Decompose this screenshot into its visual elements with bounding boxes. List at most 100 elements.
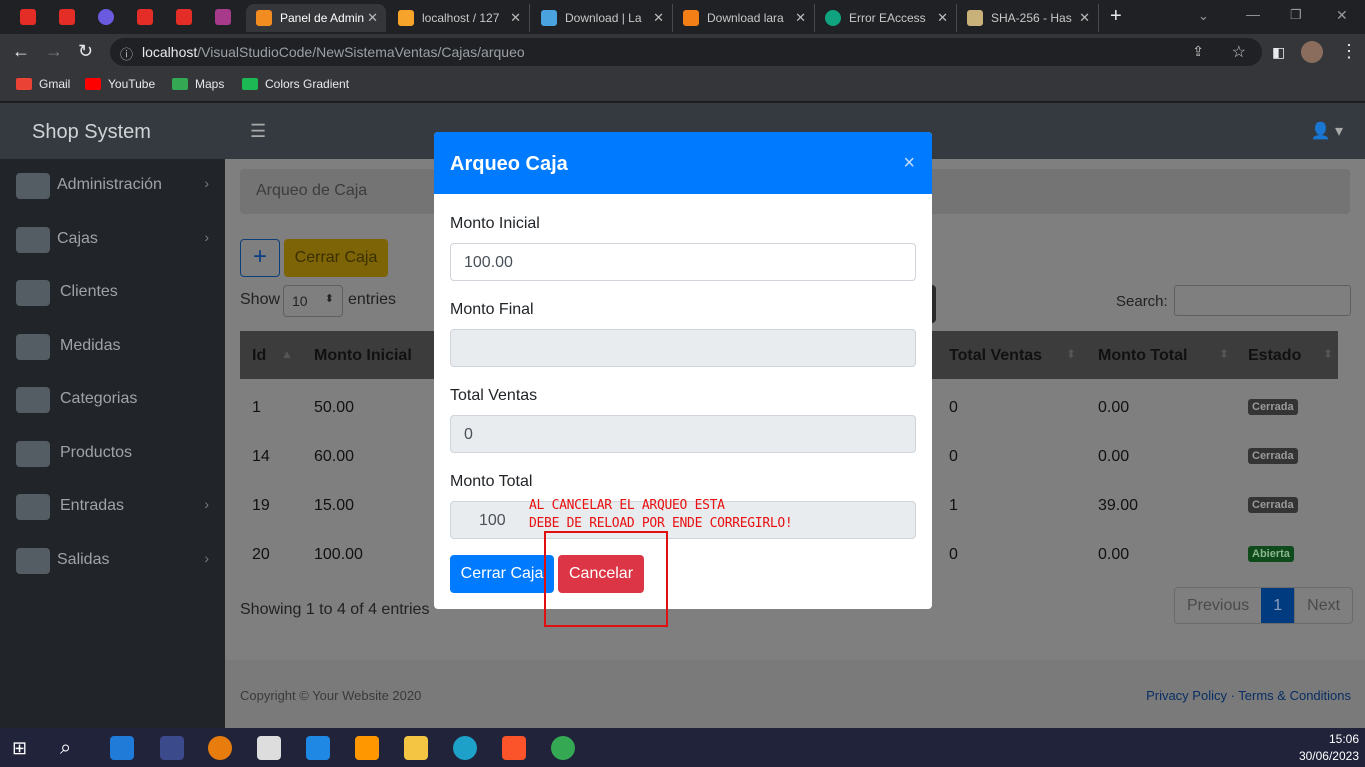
tab-phpmyadmin[interactable]: localhost / 127 ✕ bbox=[392, 4, 530, 32]
forward-icon[interactable]: → bbox=[45, 41, 63, 61]
tab-search-icon[interactable]: ⌄ bbox=[1198, 6, 1209, 26]
close-icon[interactable]: ✕ bbox=[1079, 10, 1090, 26]
sidebar-item-entradas[interactable]: Entradas › bbox=[0, 482, 225, 532]
search-input[interactable] bbox=[1174, 285, 1351, 316]
laravel-icon bbox=[256, 10, 272, 26]
phpmyadmin-icon bbox=[398, 10, 414, 26]
chatgpt-icon bbox=[825, 10, 841, 26]
arqueo-modal: Arqueo Caja × Monto Inicial 100.00 Monto… bbox=[434, 132, 932, 609]
red-annotation-note: AL CANCELAR EL ARQUEO ESTA DEBE DE RELOA… bbox=[529, 498, 793, 531]
monto-final-input[interactable] bbox=[450, 329, 916, 367]
cerrar-caja-button[interactable]: Cerrar Caja bbox=[450, 555, 554, 593]
vscode-icon[interactable] bbox=[306, 736, 330, 760]
restore-icon[interactable]: ❐ bbox=[1290, 5, 1302, 25]
sidepanel-icon[interactable]: ◧ bbox=[1272, 42, 1285, 62]
total-ventas-input[interactable]: 0 bbox=[450, 415, 916, 453]
pagination-previous[interactable]: Previous bbox=[1175, 588, 1261, 623]
red-highlight-box bbox=[544, 531, 668, 627]
windows-taskbar: ⊞ ⌕ 15:06 30/06/2023 bbox=[0, 728, 1365, 767]
system-clock[interactable]: 15:06 30/06/2023 bbox=[1299, 731, 1359, 765]
col-id[interactable]: Id bbox=[252, 347, 266, 365]
youtube-pinned-tab[interactable] bbox=[137, 9, 153, 25]
youtube-pinned-tab[interactable] bbox=[20, 9, 36, 25]
minimize-icon[interactable]: — bbox=[1246, 4, 1260, 24]
cerrar-caja-top-button[interactable]: Cerrar Caja bbox=[284, 239, 388, 277]
truck-icon bbox=[16, 494, 50, 520]
close-icon[interactable]: ✕ bbox=[510, 10, 521, 26]
status-badge: Cerrada bbox=[1248, 399, 1298, 415]
user-menu-icon[interactable]: 👤 ▾ bbox=[1311, 121, 1343, 141]
youtube-icon bbox=[85, 78, 101, 90]
flipboard-pinned-tab[interactable] bbox=[59, 9, 75, 25]
windows-start-icon[interactable]: ⊞ bbox=[12, 736, 36, 760]
close-icon[interactable]: ✕ bbox=[795, 10, 806, 26]
sort-icon: ⬍ bbox=[1323, 347, 1334, 361]
bookmark-star-icon[interactable]: ☆ bbox=[1232, 42, 1246, 62]
file-explorer-icon[interactable] bbox=[404, 736, 428, 760]
new-tab-icon[interactable]: + bbox=[1110, 6, 1122, 26]
search-icon[interactable]: ⌕ bbox=[60, 736, 84, 760]
pinned-tab[interactable] bbox=[215, 9, 231, 25]
tab-download-laravel[interactable]: Download | La ✕ bbox=[535, 4, 673, 32]
brand-title[interactable]: Shop System bbox=[32, 121, 151, 144]
sidebar-item-categorias[interactable]: Categorias bbox=[0, 375, 225, 425]
youtube-pinned-tab[interactable] bbox=[176, 9, 192, 25]
pinned-tab[interactable] bbox=[98, 9, 114, 25]
tab-error-eaccess[interactable]: Error EAccess ✕ bbox=[819, 4, 957, 32]
users-icon bbox=[16, 280, 50, 306]
maps-icon bbox=[172, 78, 188, 90]
browser-tab-strip: Panel de Admin ✕ localhost / 127 ✕ Downl… bbox=[0, 0, 1365, 34]
url-bar[interactable]: ⓘ localhost/VisualStudioCode/NewSistemaV… bbox=[110, 38, 1262, 66]
col-monto-total[interactable]: Monto Total bbox=[1098, 347, 1187, 365]
bookmark-gmail[interactable]: Gmail bbox=[16, 77, 70, 91]
add-button[interactable]: + bbox=[240, 239, 280, 277]
close-icon[interactable]: ✕ bbox=[653, 10, 664, 26]
boxes-icon bbox=[16, 227, 50, 253]
entries-select[interactable]: 10 ⬍ bbox=[283, 285, 343, 317]
footer-links[interactable]: Privacy Policy · Terms & Conditions bbox=[1146, 688, 1351, 703]
bookmark-colors-gradient[interactable]: Colors Gradient bbox=[242, 77, 349, 91]
task-view-icon[interactable] bbox=[110, 736, 134, 760]
chrome-icon[interactable] bbox=[551, 736, 575, 760]
chevron-right-icon: › bbox=[204, 229, 209, 245]
back-icon[interactable]: ← bbox=[12, 41, 30, 61]
info-icon[interactable]: ⓘ bbox=[120, 44, 133, 63]
monto-inicial-input[interactable]: 100.00 bbox=[450, 243, 916, 281]
brave-icon[interactable] bbox=[502, 736, 526, 760]
sidebar-item-clientes[interactable]: Clientes bbox=[0, 268, 225, 318]
sidebar-item-administracion[interactable]: Administración › bbox=[0, 161, 225, 211]
hamburger-icon[interactable]: ☰ bbox=[250, 121, 266, 142]
unity-icon[interactable] bbox=[257, 736, 281, 760]
sidebar-item-salidas[interactable]: Salidas › bbox=[0, 536, 225, 586]
share-icon[interactable]: ⇪ bbox=[1192, 43, 1204, 60]
chevron-right-icon: › bbox=[204, 175, 209, 191]
close-window-icon[interactable]: ✕ bbox=[1336, 5, 1348, 25]
menu-dots-icon[interactable]: ⋮ bbox=[1340, 41, 1358, 61]
status-badge: Cerrada bbox=[1248, 497, 1298, 513]
reload-icon[interactable]: ↻ bbox=[78, 41, 93, 61]
pagination-page-1[interactable]: 1 bbox=[1261, 588, 1295, 623]
app-icon[interactable] bbox=[160, 736, 184, 760]
colors-gradient-icon bbox=[242, 78, 258, 90]
bookmark-youtube[interactable]: YouTube bbox=[85, 77, 155, 91]
tab-panel-admin[interactable]: Panel de Admin ✕ bbox=[246, 4, 386, 32]
edge-icon[interactable] bbox=[453, 736, 477, 760]
close-icon[interactable]: ✕ bbox=[367, 10, 378, 26]
search-label: Search: bbox=[1116, 293, 1168, 310]
close-icon[interactable]: ✕ bbox=[937, 10, 948, 26]
col-estado[interactable]: Estado bbox=[1248, 347, 1301, 365]
avatar[interactable] bbox=[1301, 41, 1323, 63]
sublime-icon[interactable] bbox=[355, 736, 379, 760]
pagination-next[interactable]: Next bbox=[1294, 588, 1352, 623]
updown-arrow-icon: ⬍ bbox=[324, 293, 334, 305]
close-icon[interactable]: × bbox=[903, 152, 915, 175]
sidebar-item-productos[interactable]: Productos bbox=[0, 429, 225, 479]
tab-download-laravel-2[interactable]: Download lara ✕ bbox=[677, 4, 815, 32]
sidebar-item-cajas[interactable]: Cajas › bbox=[0, 215, 225, 265]
blender-icon[interactable] bbox=[208, 736, 232, 760]
col-monto-inicial[interactable]: Monto Inicial bbox=[314, 347, 412, 365]
tab-sha256[interactable]: SHA-256 - Has ✕ bbox=[961, 4, 1099, 32]
sidebar-item-medidas[interactable]: Medidas bbox=[0, 322, 225, 372]
col-total-ventas[interactable]: Total Ventas bbox=[949, 347, 1042, 365]
bookmark-maps[interactable]: Maps bbox=[172, 77, 224, 91]
